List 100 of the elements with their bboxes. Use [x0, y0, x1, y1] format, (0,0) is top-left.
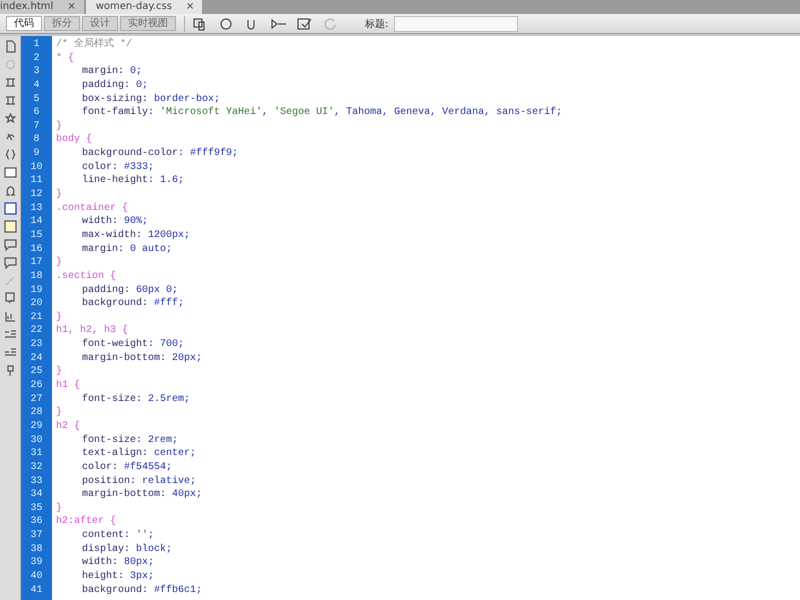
code-line: margin-bottom: 40px;: [81, 488, 204, 502]
code-line: max-width: 1200px;: [81, 228, 192, 243]
line-number: 32: [29, 460, 44, 474]
code-line: box-sizing: border-box;: [81, 92, 222, 106]
line-number: 9: [32, 147, 40, 161]
line-number: 7: [32, 120, 40, 134]
view-button[interactable]: 代码: [6, 16, 42, 31]
code-line: }: [56, 365, 64, 380]
code-line: h1 {: [56, 379, 82, 393]
line-number: 17: [29, 256, 44, 270]
line-number: 10: [29, 160, 44, 174]
line-number: 33: [29, 474, 44, 488]
code-line: width: 90%;: [81, 215, 150, 229]
line-number: 25: [29, 365, 44, 380]
code-line: content: '';: [81, 529, 156, 543]
code-line: h1, h2, h3 {: [56, 324, 130, 338]
code-line: }: [56, 406, 64, 420]
code-line: font-size: 2.5rem;: [81, 392, 192, 406]
code-line: body {: [56, 133, 94, 148]
code-line: background: #ffb6c1;: [81, 584, 204, 598]
code-line: /* 全局样式 */: [56, 38, 134, 52]
code-line: }: [56, 502, 64, 516]
comment-icon[interactable]: [4, 256, 16, 269]
line-number: 16: [29, 242, 44, 256]
code-line: padding: 60px 0;: [81, 284, 180, 298]
line-number: 26: [29, 379, 44, 393]
code-line: }: [56, 310, 64, 324]
view-button[interactable]: 设计: [82, 16, 118, 31]
line-number: 38: [29, 542, 44, 556]
code-line: .section {: [56, 270, 118, 284]
line-number: 13: [29, 202, 44, 216]
line-number: 39: [29, 556, 44, 570]
line-number: 1: [32, 38, 40, 52]
code-line: background-color: #fff9f9;: [81, 147, 240, 161]
close-icon[interactable]: ×: [186, 2, 194, 12]
line-number: 28: [29, 406, 44, 420]
line-number: 2: [32, 52, 40, 66]
line-number: 4: [32, 78, 40, 93]
code-line: text-align: center;: [81, 447, 198, 461]
code-line: position: relative;: [81, 474, 198, 488]
line-number: 19: [29, 284, 44, 298]
page-icon[interactable]: [4, 40, 16, 53]
line-number: 6: [32, 106, 40, 120]
comment-icon[interactable]: [4, 238, 16, 251]
code-line: background: #fff;: [81, 297, 186, 311]
line-number: 24: [29, 352, 44, 366]
close-icon[interactable]: ×: [67, 2, 76, 12]
omega-icon[interactable]: [4, 184, 16, 197]
code-line: height: 3px;: [81, 570, 156, 584]
code-line: margin: 0 auto;: [81, 242, 174, 256]
star-icon[interactable]: [4, 112, 16, 125]
tab-label: women-day.css: [96, 2, 172, 12]
line-number: 12: [29, 188, 44, 202]
line-number: 34: [29, 488, 44, 502]
line-number: 40: [29, 570, 44, 584]
chart-icon[interactable]: [4, 310, 16, 323]
title-label: 标题:: [365, 18, 388, 30]
code-line: color: #333;: [81, 160, 156, 174]
code-line: margin-bottom: 20px;: [81, 352, 204, 366]
file-tab[interactable]: index.html ×: [0, 0, 84, 14]
line-number: 20: [29, 297, 44, 311]
line-number: 35: [29, 502, 44, 516]
view-button[interactable]: 拆分: [44, 16, 80, 31]
code-line: color: #f54554;: [81, 460, 174, 474]
line-number: 18: [29, 270, 44, 284]
code-line: .container {: [56, 202, 130, 216]
line-number: 37: [29, 529, 44, 543]
bracket-icon[interactable]: [4, 94, 16, 107]
title-field[interactable]: [394, 16, 518, 32]
line-number: 30: [29, 434, 44, 448]
code-line: * {: [56, 52, 76, 66]
code-line: display: block;: [81, 542, 174, 556]
code-line: h2 {: [56, 420, 82, 434]
code-line: }: [56, 256, 64, 270]
view-button[interactable]: 实时视图: [120, 16, 176, 31]
braces-icon[interactable]: [4, 148, 16, 161]
code-line: font-size: 2rem;: [81, 434, 180, 448]
line-number: 5: [32, 92, 40, 106]
line-number: 3: [32, 65, 40, 79]
file-tab[interactable]: women-day.css ×: [86, 0, 202, 14]
line-number: 15: [29, 228, 44, 243]
line-number: 23: [29, 338, 44, 352]
code-line: padding: 0;: [81, 78, 150, 93]
line-number: 29: [29, 420, 44, 434]
line-number: 8: [32, 133, 40, 148]
code-line: font-family: 'Microsoft YaHei', 'Segoe UI', Tahoma, Geneva, Verdana, sans-serif;: [81, 106, 564, 120]
line-number: 27: [29, 392, 44, 406]
line-number: 41: [29, 584, 44, 598]
code-line: width: 80px;: [81, 556, 156, 570]
line-number: 31: [29, 447, 44, 461]
line-number: 22: [29, 324, 44, 338]
line-number: 21: [29, 310, 44, 324]
bracket-icon[interactable]: [4, 76, 16, 89]
line-number: 11: [29, 174, 44, 188]
line-number: 14: [29, 215, 44, 229]
code-line: }: [56, 120, 64, 134]
code-line: line-height: 1.6;: [81, 174, 186, 188]
line-number: 36: [29, 515, 44, 530]
code-line: font-weight: 700;: [81, 338, 186, 352]
code-line: h2:after {: [56, 515, 118, 530]
